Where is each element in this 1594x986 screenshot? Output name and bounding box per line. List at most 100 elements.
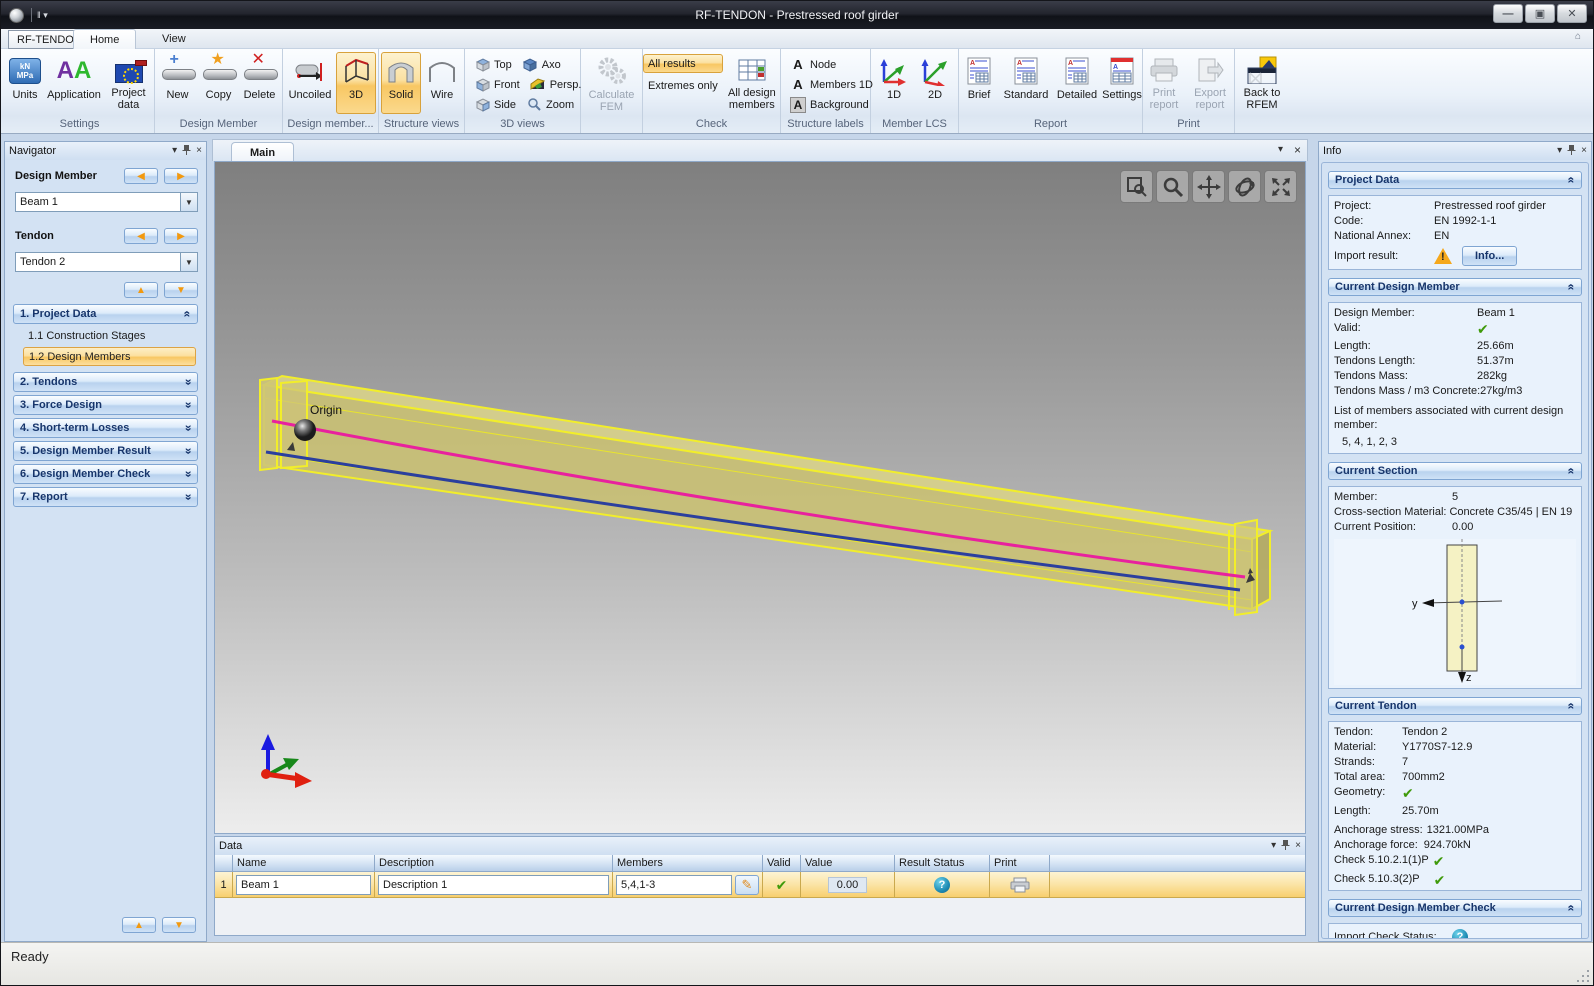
chevron-down-icon[interactable]: ▼ — [180, 193, 197, 211]
nav-item-construction-stages[interactable]: 1.1 Construction Stages — [23, 326, 196, 345]
info-button[interactable]: Info... — [1462, 246, 1518, 266]
nav-section-short-term-losses[interactable]: 4. Short-term Losses « — [13, 418, 198, 438]
label-members-1d-button[interactable]: A Members 1D — [785, 75, 878, 94]
all-results-button[interactable]: All results — [643, 54, 723, 73]
minimize-button[interactable]: — — [1493, 4, 1523, 23]
info-section-current-section[interactable]: Current Section « — [1328, 462, 1582, 480]
calculate-fem-button[interactable]: Calculate FEM — [581, 52, 642, 114]
app-orb-icon[interactable] — [9, 7, 24, 23]
design-member-select[interactable]: Beam 1 ▼ — [15, 192, 198, 212]
section-down-button[interactable]: ▼ — [164, 282, 198, 298]
nav-section-project-data[interactable]: 1. Project Data « — [13, 304, 198, 324]
design-member-next-button[interactable]: ▶ — [164, 168, 198, 184]
info-section-current-tendon[interactable]: Current Tendon « — [1328, 697, 1582, 715]
quick-access-dropdown-icon[interactable]: ‖ ▾ — [37, 11, 48, 20]
nav-section-tendons[interactable]: 2. Tendons « — [13, 372, 198, 392]
edit-members-button[interactable]: ✎ — [735, 874, 759, 895]
solid-button[interactable]: Solid — [381, 52, 421, 114]
col-result-status[interactable]: Result Status — [895, 855, 990, 872]
navigator-pin-icon[interactable] — [182, 144, 191, 158]
view-axo-button[interactable]: Axo — [517, 55, 566, 74]
viewport-tabs-menu-icon[interactable]: ▾ — [1278, 144, 1283, 155]
print-report-button[interactable]: Print report — [1143, 52, 1185, 114]
view-front-button[interactable]: Front — [469, 75, 525, 94]
data-close-icon[interactable]: × — [1295, 841, 1301, 851]
copy-button[interactable]: ★ Copy — [199, 52, 239, 114]
report-brief-button[interactable]: A Brief — [959, 52, 999, 114]
rotate-button[interactable] — [1228, 170, 1261, 203]
col-value[interactable]: Value — [801, 855, 895, 872]
delete-button[interactable]: ✕ Delete — [240, 52, 280, 114]
label-node-button[interactable]: A Node — [785, 55, 841, 74]
project-data-button[interactable]: Project data — [103, 52, 154, 114]
info-section-current-design-member[interactable]: Current Design Member « — [1328, 278, 1582, 296]
info-dropdown-icon[interactable]: ▾ — [1557, 146, 1562, 156]
view-persp-button[interactable]: Persp. — [525, 75, 587, 94]
label-background-button[interactable]: A Background — [785, 95, 874, 114]
view-zoom-button[interactable]: Zoom — [521, 95, 579, 114]
export-report-button[interactable]: Export report — [1186, 52, 1234, 114]
wire-view-icon — [426, 55, 458, 87]
lcs-1d-button[interactable]: 1D — [874, 52, 914, 114]
col-print[interactable]: Print — [990, 855, 1050, 872]
nav-scroll-up-button[interactable]: ▲ — [122, 917, 156, 933]
zoom-extents-button[interactable] — [1264, 170, 1297, 203]
tendon-next-button[interactable]: ▶ — [164, 228, 198, 244]
extremes-only-button[interactable]: Extremes only — [643, 76, 723, 95]
report-settings-button[interactable]: A Settings — [1102, 52, 1142, 114]
navigator-dropdown-icon[interactable]: ▾ — [172, 146, 177, 156]
nav-item-design-members[interactable]: 1.2 Design Members — [23, 347, 196, 366]
report-detailed-button[interactable]: A Detailed — [1053, 52, 1101, 114]
print-cell[interactable] — [990, 872, 1050, 897]
all-design-members-button[interactable]: All design members — [724, 52, 780, 114]
tendon-prev-button[interactable]: ◀ — [124, 228, 158, 244]
info-section-current-check[interactable]: Current Design Member Check « — [1328, 899, 1582, 917]
lcs-2d-button[interactable]: 2D — [915, 52, 955, 114]
chevron-down-icon[interactable]: ▼ — [180, 253, 197, 271]
tab-home[interactable]: Home — [73, 29, 137, 49]
application-button[interactable]: AA Application — [46, 52, 102, 114]
zoom-button[interactable] — [1156, 170, 1189, 203]
nav-section-force-design[interactable]: 3. Force Design « — [13, 395, 198, 415]
back-to-rfem-button[interactable]: Back to RFEM — [1235, 52, 1289, 114]
info-pin-icon[interactable] — [1567, 144, 1576, 158]
members-cell[interactable]: 5,4,1-3 ✎ — [613, 872, 763, 897]
col-valid[interactable]: Valid — [763, 855, 801, 872]
ribbon-collapse-icon[interactable]: ⌂ — [1575, 31, 1581, 42]
view-top-button[interactable]: Top — [469, 55, 517, 74]
tab-main[interactable]: Main — [231, 142, 295, 162]
section-up-button[interactable]: ▲ — [124, 282, 158, 298]
col-name[interactable]: Name — [233, 855, 375, 872]
new-button[interactable]: + New — [158, 52, 198, 114]
view-side-button[interactable]: Side — [469, 95, 521, 114]
units-button[interactable]: kN MPa Units — [5, 52, 45, 114]
table-row[interactable]: 1 Beam 1 Description 1 5,4,1-3 ✎ ✔ 0.00 … — [215, 872, 1305, 898]
navigator-close-icon[interactable]: × — [196, 146, 202, 156]
col-description[interactable]: Description — [375, 855, 613, 872]
viewport-3d[interactable]: Origin — [214, 161, 1306, 834]
nav-section-design-member-check[interactable]: 6. Design Member Check « — [13, 464, 198, 484]
info-section-project-data[interactable]: Project Data « — [1328, 171, 1582, 189]
tendon-select[interactable]: Tendon 2 ▼ — [15, 252, 198, 272]
data-dropdown-icon[interactable]: ▾ — [1271, 841, 1276, 851]
nav-section-design-member-result[interactable]: 5. Design Member Result « — [13, 441, 198, 461]
name-cell[interactable]: Beam 1 — [233, 872, 375, 897]
report-standard-button[interactable]: A Standard — [1000, 52, 1052, 114]
zoom-window-button[interactable] — [1120, 170, 1153, 203]
view-3d-button[interactable]: 3D — [336, 52, 376, 114]
description-cell[interactable]: Description 1 — [375, 872, 613, 897]
data-pin-icon[interactable] — [1281, 839, 1290, 853]
wire-button[interactable]: Wire — [422, 52, 462, 114]
design-member-prev-button[interactable]: ◀ — [124, 168, 158, 184]
uncoiled-button[interactable]: Uncoiled — [285, 52, 335, 114]
col-members[interactable]: Members — [613, 855, 763, 872]
viewport-close-icon[interactable]: × — [1294, 143, 1301, 157]
info-close-icon[interactable]: × — [1581, 146, 1587, 156]
pan-button[interactable] — [1192, 170, 1225, 203]
maximize-button[interactable]: ▣ — [1525, 4, 1555, 23]
nav-scroll-down-button[interactable]: ▼ — [162, 917, 196, 933]
close-button[interactable]: ✕ — [1557, 4, 1587, 23]
nav-section-report[interactable]: 7. Report « — [13, 487, 198, 507]
resize-grip[interactable] — [1576, 969, 1589, 982]
tab-view[interactable]: View — [146, 29, 202, 49]
